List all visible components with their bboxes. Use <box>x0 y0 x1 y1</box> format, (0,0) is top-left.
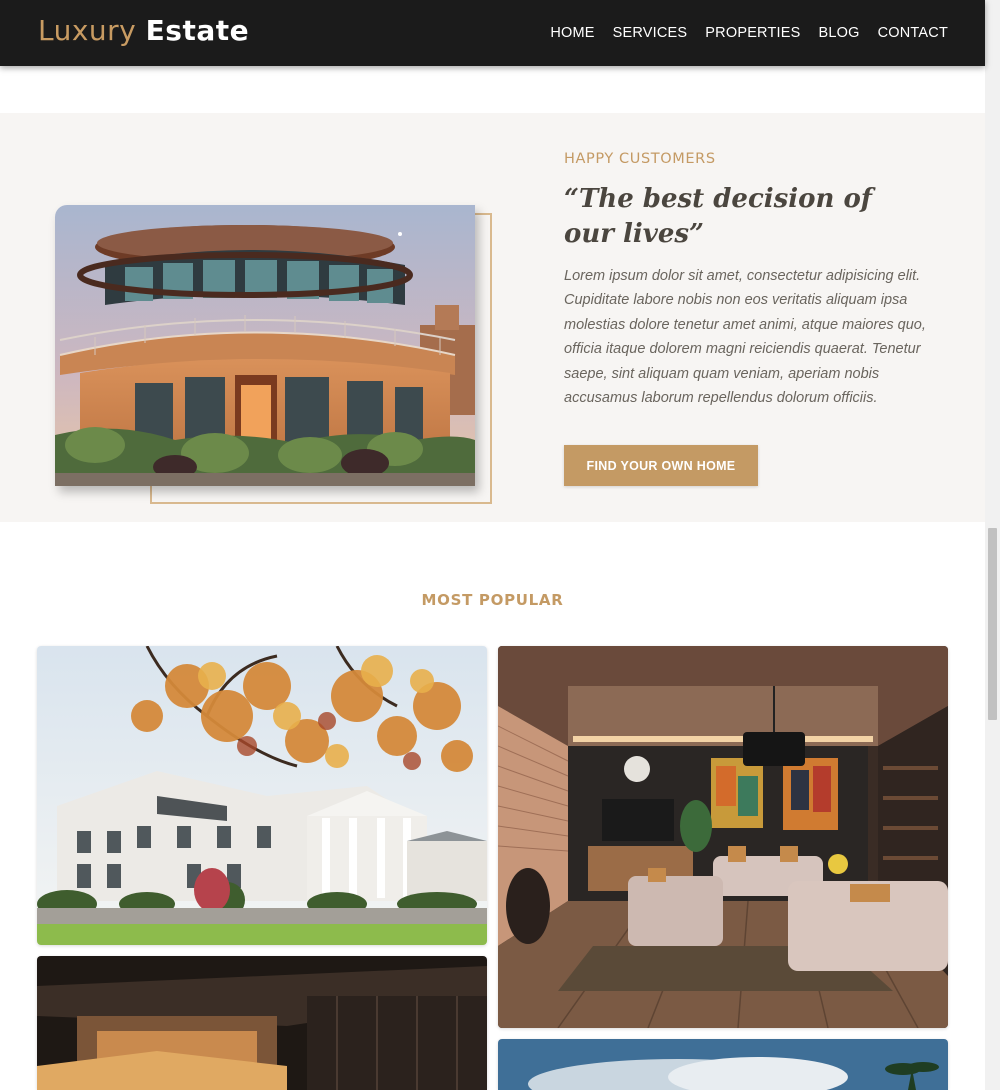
most-popular-heading: MOST POPULAR <box>421 591 564 609</box>
nav-link-properties[interactable]: PROPERTIES <box>705 24 800 42</box>
brand-logo-part2: Estate <box>145 14 250 47</box>
top-navbar: Luxury Estate HOME SERVICES PROPERTIES B… <box>0 0 985 66</box>
find-home-button[interactable]: FIND YOUR OWN HOME <box>564 445 758 486</box>
testimonial-eyebrow: HAPPY CUSTOMERS <box>564 151 716 167</box>
testimonial-quote: “The best decision of our lives” <box>564 184 872 249</box>
scrollbar-thumb[interactable] <box>988 528 997 720</box>
nav-link-home[interactable]: HOME <box>550 24 594 42</box>
nav-link-services[interactable]: SERVICES <box>613 24 688 42</box>
property-card-modern-interior[interactable] <box>37 956 487 1090</box>
page: Luxury Estate HOME SERVICES PROPERTIES B… <box>0 0 1000 1090</box>
property-card-colonial-mansion[interactable] <box>37 646 487 945</box>
main-nav: HOME SERVICES PROPERTIES BLOG CONTACT <box>550 24 948 42</box>
brand-logo[interactable]: Luxury Estate <box>38 14 249 48</box>
brand-logo-part1: Luxury <box>38 14 137 47</box>
nav-link-blog[interactable]: BLOG <box>819 24 860 42</box>
nav-link-contact[interactable]: CONTACT <box>878 24 948 42</box>
testimonial-section: HAPPY CUSTOMERS “The best decision of ou… <box>0 113 985 522</box>
round-house-photo <box>55 205 475 486</box>
page-scrollbar[interactable] <box>985 0 1000 1090</box>
property-card-tropical-villa[interactable] <box>498 1039 948 1090</box>
testimonial-body: Lorem ipsum dolor sit amet, consectetur … <box>564 268 926 407</box>
property-card-living-room[interactable] <box>498 646 948 1028</box>
